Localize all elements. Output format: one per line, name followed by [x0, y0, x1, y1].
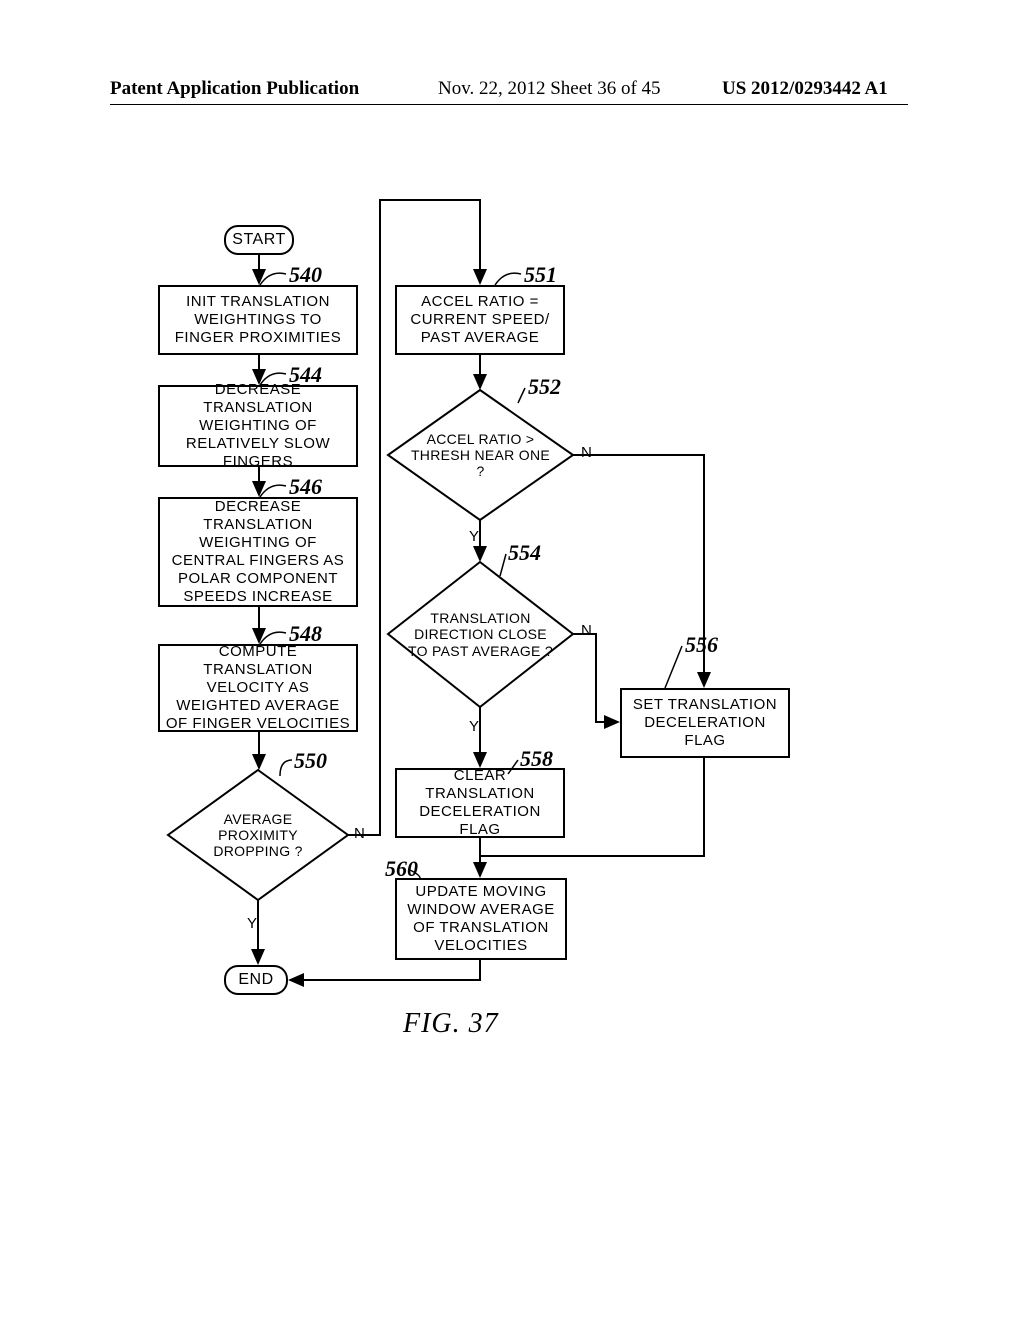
ref-556: 556: [685, 632, 718, 658]
label-550-Y: Y: [247, 915, 257, 932]
ref-554: 554: [508, 540, 541, 566]
ref-550: 550: [294, 748, 327, 774]
header-left: Patent Application Publication: [110, 78, 359, 100]
figure-label: FIG. 37: [403, 1008, 499, 1040]
ref-540: 540: [289, 262, 322, 288]
decision-552: ACCEL RATIO > THRESH NEAR ONE ?: [388, 390, 573, 520]
decision-554-label: TRANSLATION DIRECTION CLOSE TO PAST AVER…: [388, 562, 573, 707]
ref-558: 558: [520, 746, 553, 772]
process-560: UPDATE MOVING WINDOW AVERAGE OF TRANSLAT…: [395, 878, 567, 960]
process-546: DECREASE TRANSLATION WEIGHTING OF CENTRA…: [158, 497, 358, 607]
process-551: ACCEL RATIO = CURRENT SPEED/ PAST AVERAG…: [395, 285, 565, 355]
ref-560: 560: [385, 856, 418, 882]
decision-552-label: ACCEL RATIO > THRESH NEAR ONE ?: [388, 390, 573, 520]
label-552-N: N: [581, 444, 592, 461]
label-552-Y: Y: [469, 528, 479, 545]
process-544: DECREASE TRANSLATION WEIGHTING OF RELATI…: [158, 385, 358, 467]
terminal-end: END: [224, 965, 288, 995]
header-right: US 2012/0293442 A1: [722, 78, 888, 100]
patent-page: Patent Application Publication Nov. 22, …: [0, 0, 1024, 1320]
header-rule: [110, 104, 908, 105]
header-center: Nov. 22, 2012 Sheet 36 of 45: [438, 78, 661, 100]
ref-552: 552: [528, 374, 561, 400]
terminal-start: START: [224, 225, 294, 255]
label-554-Y: Y: [469, 718, 479, 735]
process-540: INIT TRANSLATION WEIGHTINGS TO FINGER PR…: [158, 285, 358, 355]
ref-546: 546: [289, 474, 322, 500]
decision-554: TRANSLATION DIRECTION CLOSE TO PAST AVER…: [388, 562, 573, 707]
ref-544: 544: [289, 362, 322, 388]
label-550-N: N: [354, 825, 365, 842]
ref-551: 551: [524, 262, 557, 288]
decision-550-label: AVERAGE PROXIMITY DROPPING ?: [168, 770, 348, 900]
process-558: CLEAR TRANSLATION DECELERATION FLAG: [395, 768, 565, 838]
process-556: SET TRANSLATION DECELERATION FLAG: [620, 688, 790, 758]
label-554-N: N: [581, 622, 592, 639]
decision-550: AVERAGE PROXIMITY DROPPING ?: [168, 770, 348, 900]
ref-548: 548: [289, 621, 322, 647]
process-548: COMPUTE TRANSLATION VELOCITY AS WEIGHTED…: [158, 644, 358, 732]
